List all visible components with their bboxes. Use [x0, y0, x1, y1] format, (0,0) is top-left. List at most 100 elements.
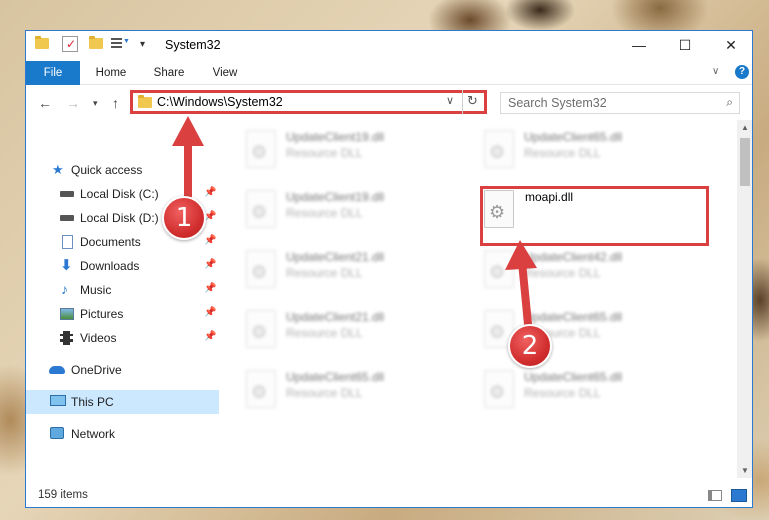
search-box[interactable]: Search System32 ⌕ — [500, 92, 740, 114]
file-name: UpdateClient19.dll — [286, 130, 385, 144]
file-name: UpdateClient65.dll — [524, 370, 623, 384]
file-item[interactable]: UpdateClient65.dll Resource DLL — [480, 126, 716, 182]
item-count: 159 items — [38, 489, 88, 501]
dll-file-icon — [484, 370, 514, 408]
nav-item-videos[interactable]: Videos 📌 — [26, 326, 219, 350]
file-type: Resource DLL — [524, 386, 601, 400]
file-name: UpdateClient19.dll — [286, 190, 385, 204]
file-item-moapi[interactable]: moapi.dll — [480, 186, 709, 246]
minimize-button[interactable]: — — [616, 31, 662, 61]
dll-file-icon — [246, 370, 276, 408]
recent-locations-icon[interactable]: ▾ — [93, 98, 98, 109]
address-bar[interactable]: C:\Windows\System32 ∨ ↻ — [130, 90, 487, 114]
scroll-up-icon[interactable]: ▲ — [737, 123, 752, 132]
dll-file-icon — [484, 190, 514, 228]
file-list: UpdateClient19.dll Resource DLL UpdateCl… — [219, 120, 739, 478]
address-path[interactable]: C:\Windows\System32 — [157, 95, 283, 109]
file-type: Resource DLL — [286, 326, 363, 340]
nav-item-label: Local Disk (D:) — [80, 211, 159, 225]
nav-onedrive-label: OneDrive — [71, 363, 122, 377]
help-icon[interactable]: ? — [735, 65, 749, 79]
search-placeholder: Search System32 — [508, 96, 607, 110]
nav-network[interactable]: Network — [26, 422, 219, 446]
tab-file[interactable]: File — [26, 61, 80, 85]
maximize-button[interactable]: ☐ — [662, 31, 708, 61]
search-icon[interactable]: ⌕ — [726, 95, 733, 110]
refresh-icon[interactable]: ↻ — [467, 93, 478, 109]
explorer-window: ✓ ▼ ▾ System32 — ☐ ✕ File Home Share Vie… — [25, 30, 753, 508]
properties-icon[interactable]: ✓ — [62, 36, 78, 52]
file-item[interactable]: UpdateClient21.dll Resource DLL — [242, 246, 478, 302]
vertical-scrollbar[interactable]: ▲ ▼ — [737, 120, 752, 478]
step-2-badge: 2 — [508, 324, 552, 368]
nav-item-label: Local Disk (C:) — [80, 187, 159, 201]
dll-file-icon — [246, 310, 276, 348]
cloud-icon — [49, 366, 65, 374]
tab-view[interactable]: View — [198, 61, 252, 85]
tab-home[interactable]: Home — [84, 61, 138, 85]
file-item[interactable]: UpdateClient19.dll Resource DLL — [242, 126, 478, 182]
file-name: UpdateClient21.dll — [286, 310, 385, 324]
nav-item-pictures[interactable]: Pictures 📌 — [26, 302, 219, 326]
nav-onedrive[interactable]: OneDrive — [26, 358, 219, 382]
close-button[interactable]: ✕ — [708, 31, 752, 61]
address-folder-icon — [138, 95, 152, 108]
nav-quick-access[interactable]: ★ Quick access — [26, 158, 219, 182]
dll-file-icon — [484, 250, 514, 288]
forward-arrow-icon[interactable]: → — [66, 95, 80, 111]
file-name: UpdateClient65.dll — [286, 370, 385, 384]
pin-icon[interactable]: 📌 — [204, 187, 216, 198]
status-bar: 159 items — [26, 484, 752, 507]
file-item[interactable]: UpdateClient65.dll Resource DLL — [242, 366, 478, 422]
window-title: System32 — [165, 38, 221, 52]
file-type: Resource DLL — [286, 146, 363, 160]
scroll-down-icon[interactable]: ▼ — [737, 466, 752, 475]
back-arrow-icon[interactable]: ← — [38, 95, 52, 111]
file-name: UpdateClient65.dll — [524, 310, 623, 324]
nav-item-label: Documents — [80, 235, 141, 249]
music-icon: ♪ — [61, 281, 68, 297]
file-name: UpdateClient21.dll — [286, 250, 385, 264]
tab-share[interactable]: Share — [142, 61, 196, 85]
pin-icon[interactable]: 📌 — [204, 331, 216, 342]
address-dropdown-icon[interactable]: ∨ — [446, 94, 454, 107]
file-item[interactable]: UpdateClient21.dll Resource DLL — [242, 306, 478, 362]
star-icon: ★ — [52, 162, 64, 177]
file-type: Resource DLL — [286, 206, 363, 220]
ribbon: File Home Share View ∨ ? — [26, 61, 752, 85]
nav-item-label: Pictures — [80, 307, 124, 321]
details-view-icon[interactable] — [708, 490, 722, 501]
pin-icon[interactable]: 📌 — [204, 307, 216, 318]
file-name: UpdateClient65.dll — [524, 130, 623, 144]
pin-icon[interactable]: 📌 — [204, 283, 216, 294]
nav-this-pc[interactable]: This PC — [26, 390, 219, 414]
file-type: Resource DLL — [524, 266, 601, 280]
nav-item-downloads[interactable]: ⬇ Downloads 📌 — [26, 254, 219, 278]
file-type: Resource DLL — [524, 146, 601, 160]
nav-item-label: Music — [80, 283, 112, 297]
file-name: UpdateClient42.dll — [524, 250, 623, 264]
quick-access-toolbar-dropdown-icon[interactable]: ▾ — [140, 39, 145, 50]
customize-toolbar-icon[interactable]: ▼ — [111, 37, 130, 51]
file-item[interactable]: UpdateClient42.dll Resource DLL — [480, 246, 716, 302]
new-folder-icon[interactable] — [89, 36, 103, 49]
pin-icon[interactable]: 📌 — [204, 235, 216, 246]
expand-ribbon-icon[interactable]: ∨ — [712, 66, 719, 77]
nav-quick-access-label: Quick access — [71, 163, 143, 177]
dll-file-icon — [484, 130, 514, 168]
file-item[interactable]: UpdateClient19.dll Resource DLL — [242, 186, 478, 242]
pictures-icon — [60, 308, 74, 320]
file-type: Resource DLL — [286, 386, 363, 400]
folder-icon — [35, 36, 49, 49]
scroll-thumb[interactable] — [740, 138, 750, 186]
dll-file-icon — [246, 190, 276, 228]
dll-file-icon — [246, 250, 276, 288]
nav-item-music[interactable]: ♪ Music 📌 — [26, 278, 219, 302]
large-icons-view-icon[interactable] — [731, 489, 747, 502]
drive-icon — [60, 215, 74, 221]
up-arrow-icon[interactable]: ↑ — [112, 95, 119, 111]
step-1-badge: 1 — [162, 196, 206, 240]
pin-icon[interactable]: 📌 — [204, 259, 216, 270]
file-item[interactable]: UpdateClient65.dll Resource DLL — [480, 366, 716, 422]
nav-item-label: Downloads — [80, 259, 140, 273]
